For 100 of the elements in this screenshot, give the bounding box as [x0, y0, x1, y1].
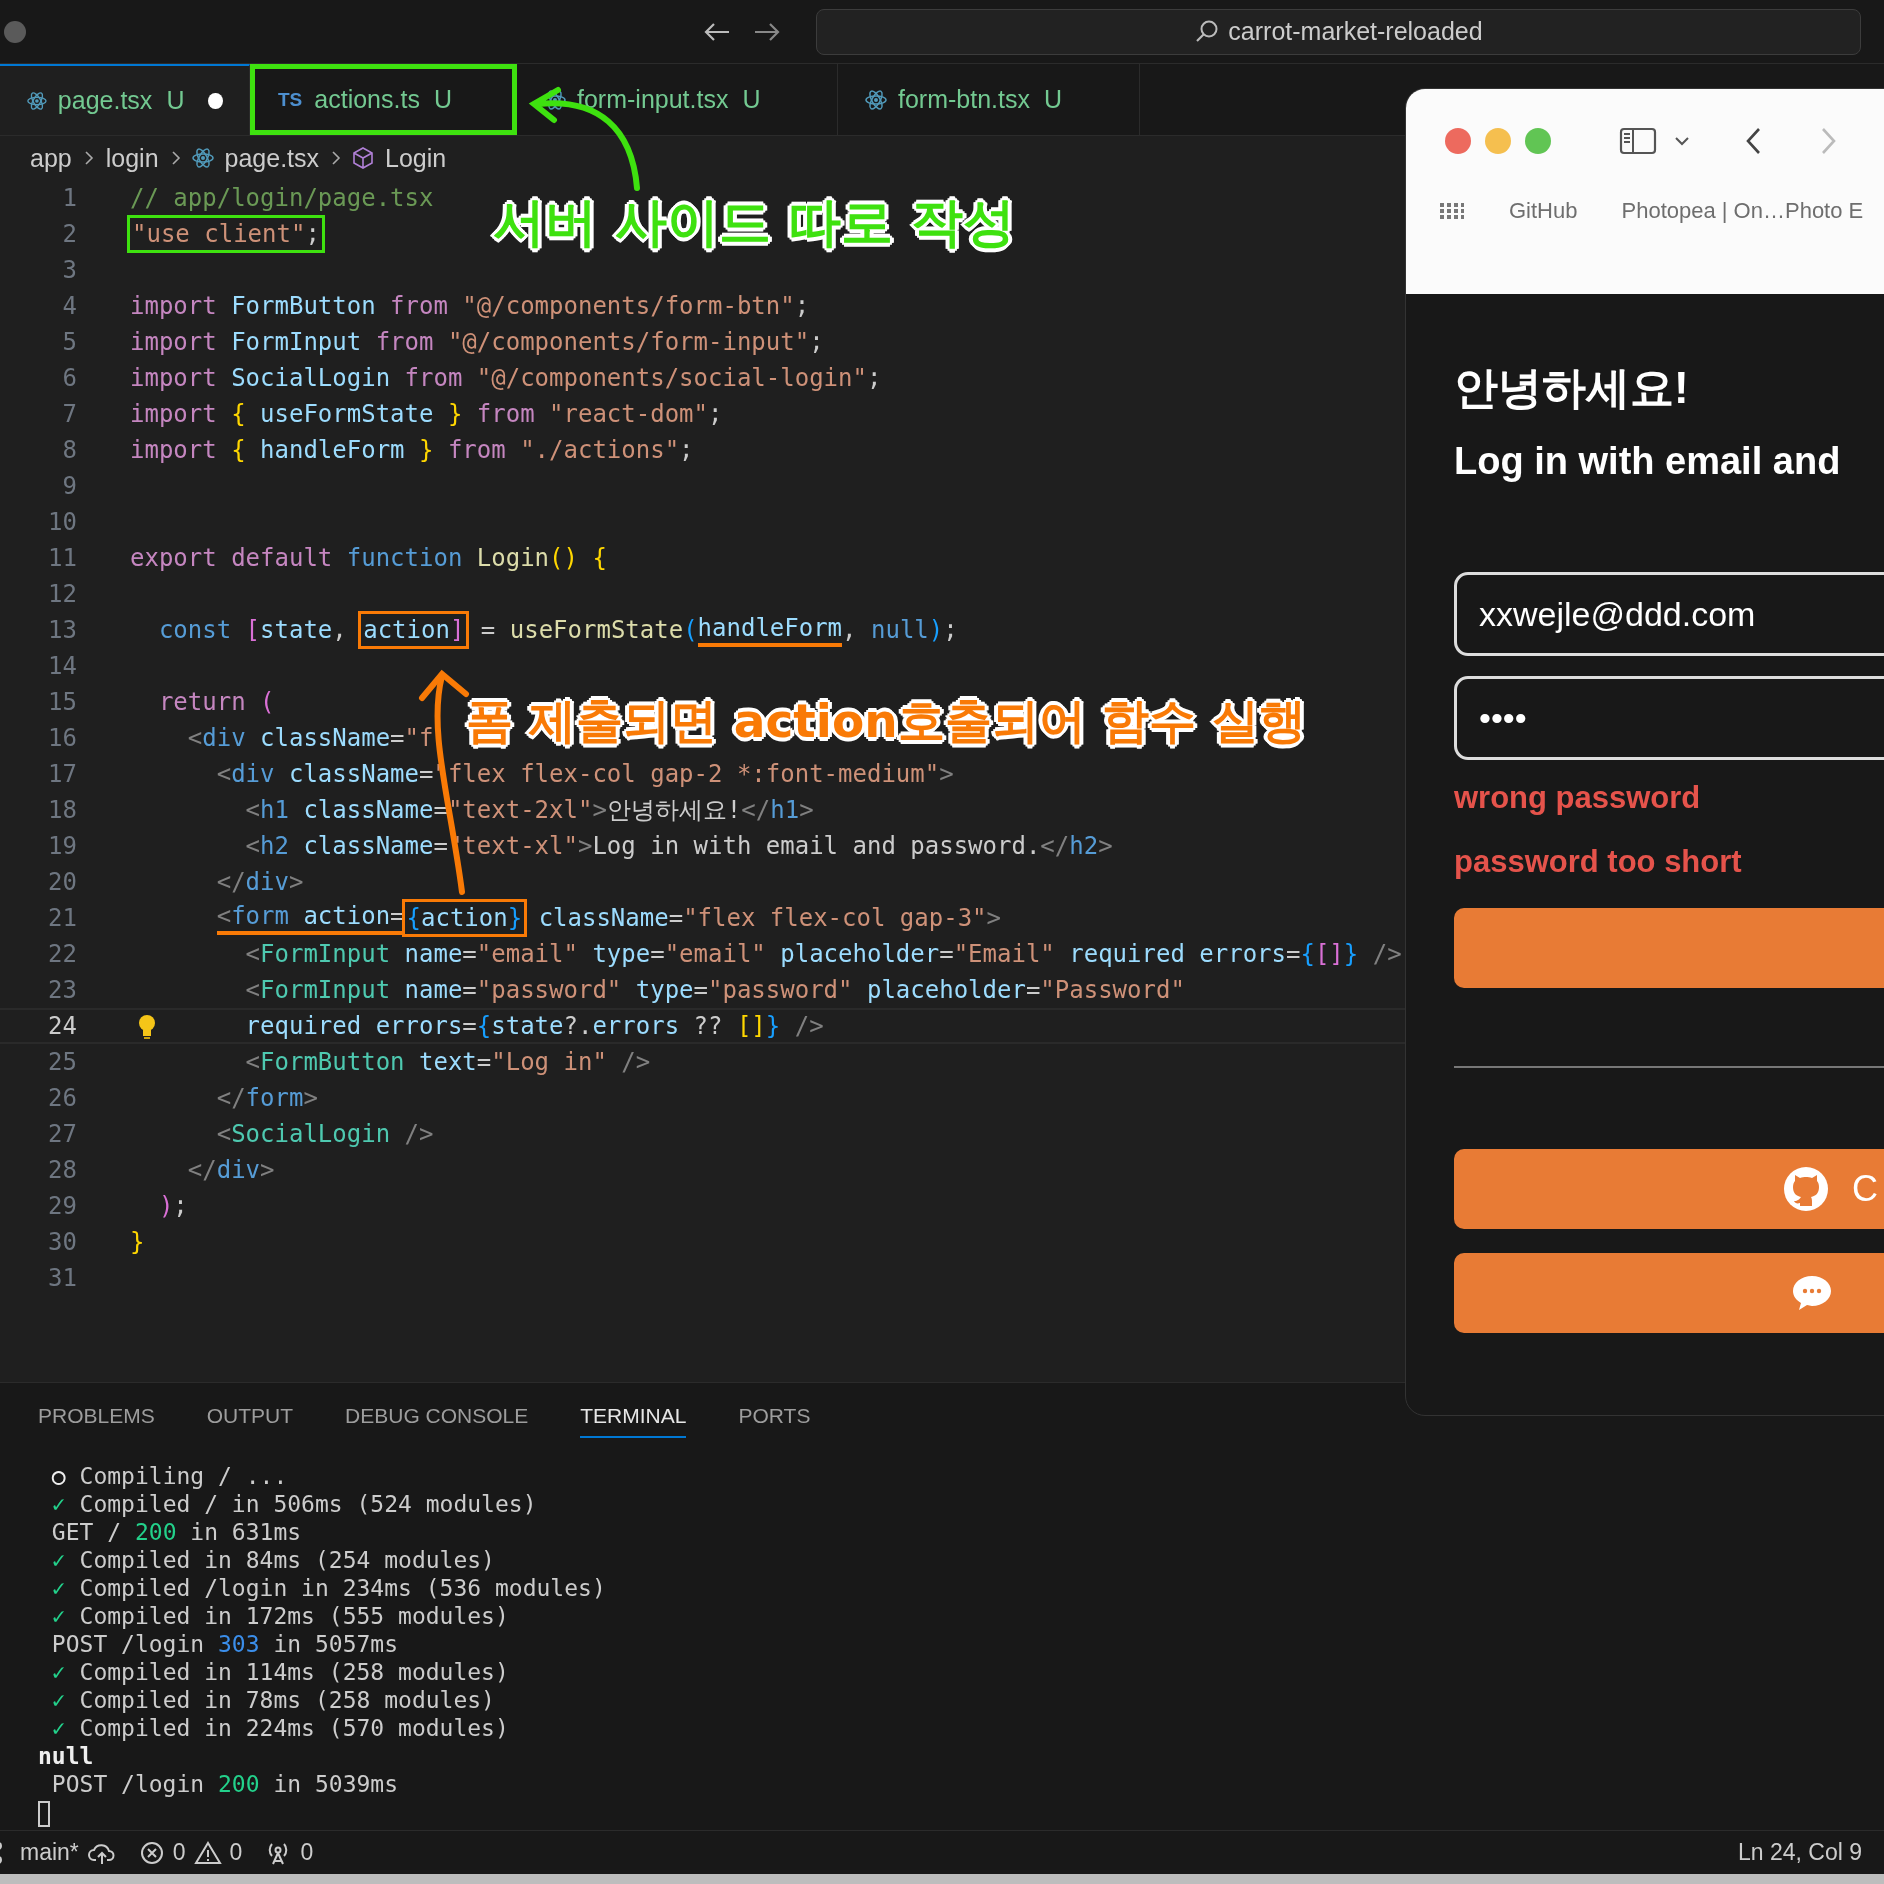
error-message: password too short — [1454, 843, 1742, 881]
code-text: } — [130, 1227, 145, 1258]
line-number: 9 — [61, 472, 77, 500]
code-text: return ( — [158, 687, 275, 718]
terminal-line: ○ Compiling / ... — [50, 1462, 289, 1490]
apps-grid-icon[interactable] — [1439, 201, 1465, 221]
terminal-line: null — [38, 1742, 95, 1770]
code-text: </div> — [216, 867, 304, 898]
line-number: 20 — [47, 868, 77, 896]
code-text: <FormButton text="Log in" /> — [245, 1047, 651, 1078]
react-atom-icon — [190, 146, 215, 170]
error-icon[interactable] — [138, 1839, 165, 1866]
input-field[interactable]: xxwejle@ddd.com — [1454, 572, 1884, 656]
terminal-line: ✓ Compiled in 84ms (254 modules) — [50, 1546, 496, 1574]
terminal-line: ✓ Compiled /login in 234ms (536 modules) — [50, 1574, 607, 1602]
code-text: <SocialLogin /> — [216, 1119, 434, 1150]
code-text: // app/login/page.tsx — [130, 183, 434, 214]
highlight-box: {action} — [401, 899, 528, 937]
terminal-cursor — [38, 1800, 50, 1827]
line-number: 6 — [61, 364, 77, 392]
line-number: 17 — [47, 760, 77, 788]
code-text: <FormInput name="email" type="email" placeholder="Email" required errors={[]} /> — [245, 939, 1402, 970]
code-text: import { useFormState } from "react-dom"; — [130, 399, 723, 430]
command-center-search[interactable]: carrot-market-reloaded — [816, 8, 1861, 55]
line-number: 24 — [47, 1012, 77, 1040]
line-number: 18 — [47, 796, 77, 824]
code-text: <div className="f — [187, 723, 434, 754]
code-text: , null); — [842, 615, 958, 646]
chevron-down-icon[interactable] — [1673, 134, 1691, 148]
line-number: 25 — [47, 1048, 77, 1076]
line-number: 13 — [47, 616, 77, 644]
terminal-line: ✓ Compiled / in 506ms (524 modules) — [50, 1490, 538, 1518]
highlight-box: "use client"; — [127, 215, 325, 253]
line-number: 14 — [47, 652, 77, 680]
line-number: 2 — [61, 220, 77, 248]
window-control-icon[interactable] — [4, 20, 26, 43]
error-count[interactable]: 0 — [172, 1839, 186, 1866]
terminal-line: ✓ Compiled in 78ms (258 modules) — [50, 1686, 496, 1714]
terminal-line: ✓ Compiled in 224ms (570 modules) — [50, 1714, 510, 1742]
chat-login-button[interactable] — [1454, 1253, 1884, 1333]
bookmark-link[interactable]: GitHub — [1509, 198, 1578, 224]
line-number: 31 — [47, 1264, 77, 1292]
line-number: 10 — [47, 508, 77, 536]
input-field[interactable]: •••• — [1454, 676, 1884, 760]
code-text: </form> — [216, 1083, 318, 1114]
code-text: import FormInput from "@/components/form-input"; — [130, 327, 824, 358]
branch-name[interactable]: main* — [20, 1839, 79, 1866]
line-number: 5 — [61, 328, 77, 356]
line-number: 12 — [47, 580, 77, 608]
panel-tab[interactable]: OUTPUT — [206, 1396, 294, 1438]
code-text: export default function Login() { — [130, 543, 607, 574]
page-subheading: Log in with email and — [1454, 439, 1841, 484]
line-number: 4 — [61, 292, 77, 320]
terminal-line: ✓ Compiled in 172ms (555 modules) — [50, 1602, 510, 1630]
panel-tab[interactable]: PROBLEMS — [38, 1396, 155, 1438]
code-text: = useFormState( — [480, 615, 698, 646]
panel-tab[interactable]: DEBUG CONSOLE — [345, 1396, 529, 1438]
cube-icon — [351, 146, 376, 170]
code-text: </div> — [187, 1155, 275, 1186]
code-text: ); — [158, 1191, 188, 1222]
lightbulb-icon[interactable] — [136, 1013, 158, 1041]
react-atom-icon — [864, 87, 888, 112]
breadcrumb-item[interactable]: app — [28, 143, 74, 173]
line-number: 11 — [47, 544, 77, 572]
line-number: 8 — [61, 436, 77, 464]
terminal-line: ✓ Compiled in 114ms (258 modules) — [50, 1658, 510, 1686]
sidebar-icon[interactable] — [1619, 126, 1657, 156]
ports-count[interactable]: 0 — [300, 1839, 314, 1866]
underlined-code: handleForm — [697, 613, 843, 647]
highlight-box: action] — [358, 611, 470, 649]
code-text: const [state, — [158, 615, 348, 646]
terminal-line: GET / 200 in 631ms — [50, 1518, 303, 1546]
line-number: 21 — [47, 904, 77, 932]
warning-icon[interactable] — [193, 1839, 222, 1866]
code-text: <FormInput name="password" type="password" placeholder="Password" — [245, 975, 1185, 1006]
warning-count[interactable]: 0 — [229, 1839, 243, 1866]
bookmark-link[interactable]: Photopea | On…Photo E — [1621, 198, 1864, 224]
line-number: 3 — [61, 256, 77, 284]
annotation-text: 폼 제출되면 action호출되어 함수 실행 — [466, 692, 1307, 750]
code-text: required errors={state?.errors ?? []} /> — [245, 1011, 824, 1042]
line-number: 28 — [47, 1156, 77, 1184]
breadcrumb-item[interactable]: page.tsx — [222, 143, 322, 173]
editor-tab[interactable]: TS actions.ts U — [250, 64, 517, 135]
code-text: import FormButton from "@/components/form-btn"; — [130, 291, 810, 322]
panel-tab[interactable]: PORTS — [738, 1396, 811, 1438]
breadcrumb-item[interactable]: Login — [383, 143, 449, 173]
editor-tab[interactable]: page.tsx U — [0, 64, 250, 135]
cursor-position[interactable]: Ln 24, Col 9 — [1737, 1839, 1862, 1866]
line-number: 27 — [47, 1120, 77, 1148]
line-number: 16 — [47, 724, 77, 752]
close-button[interactable] — [1445, 128, 1471, 154]
code-text: import SocialLogin from "@/components/social-login"; — [130, 363, 882, 394]
line-number: 23 — [47, 976, 77, 1004]
line-number: 1 — [61, 184, 77, 212]
terminal-line: POST /login 303 in 5057ms — [50, 1630, 400, 1658]
panel-tab[interactable]: TERMINAL — [580, 1396, 687, 1438]
breadcrumb-item[interactable]: login — [103, 143, 161, 173]
error-message: wrong password — [1454, 779, 1701, 817]
line-number: 15 — [47, 688, 77, 716]
typescript-icon: TS — [278, 88, 303, 111]
